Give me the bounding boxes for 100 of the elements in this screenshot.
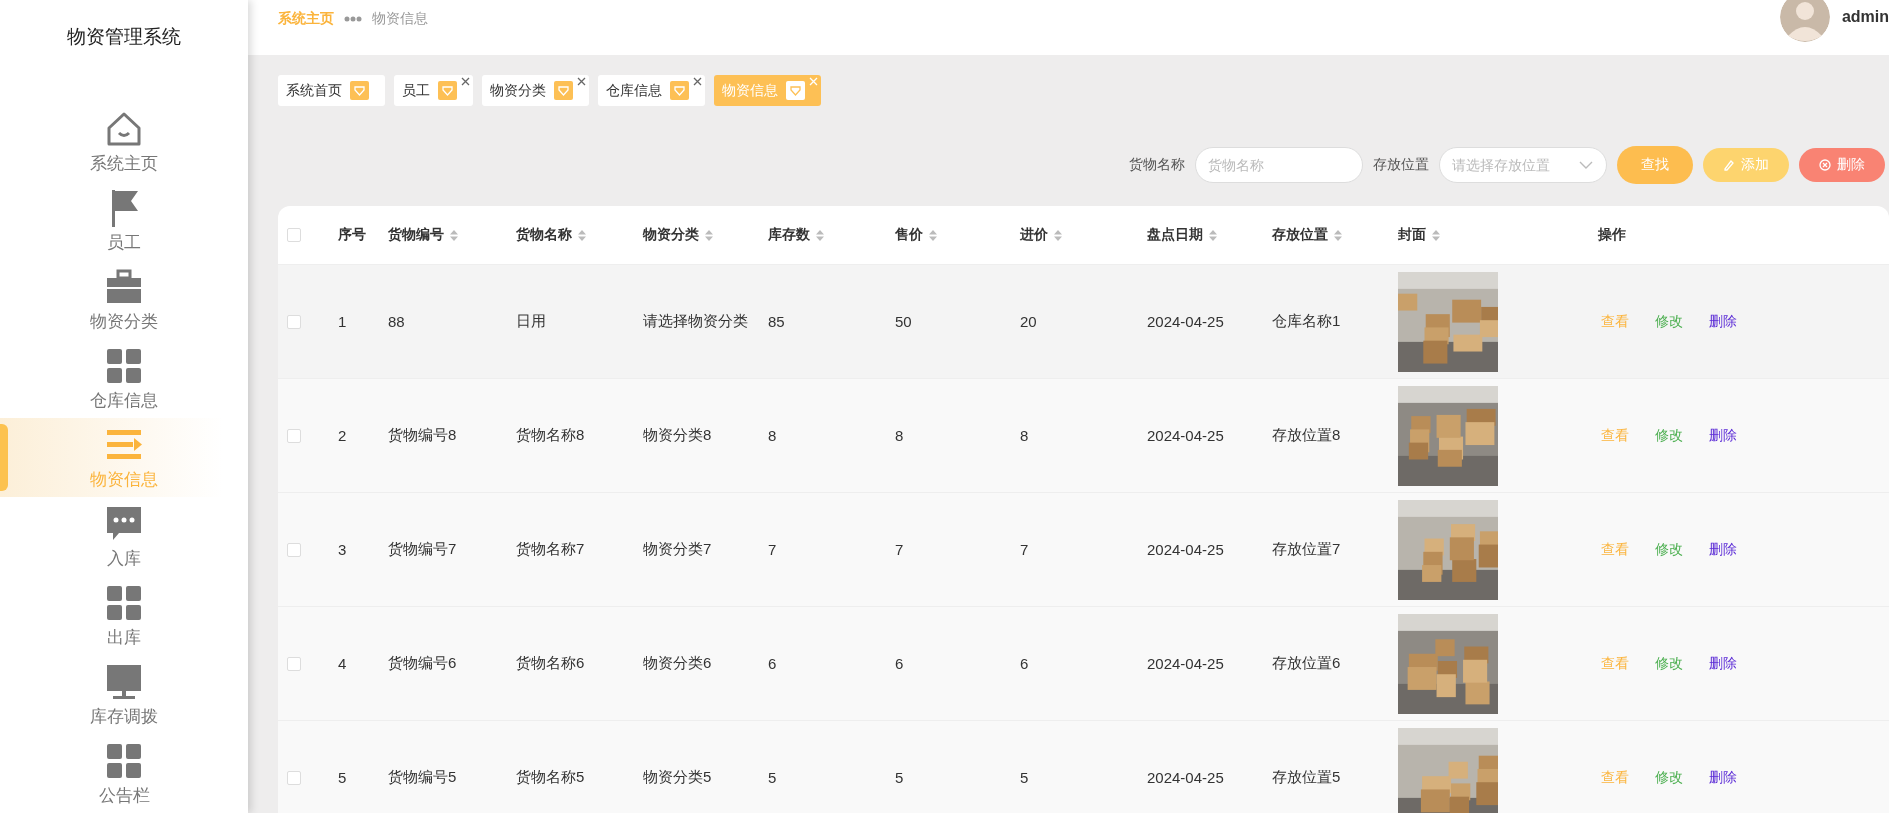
table-cell-text: 存放位置8 (1272, 426, 1342, 445)
column-header[interactable]: 物资分类 (643, 226, 713, 244)
table-cell-text: 货物名称8 (516, 426, 586, 445)
table-cell-text: 2 (338, 427, 348, 444)
table-cell-text: 5 (768, 769, 778, 786)
column-header[interactable]: 货物编号 (388, 226, 458, 244)
table-cell-text: 3 (338, 541, 348, 558)
tab[interactable]: 仓库信息 (598, 75, 705, 106)
field-label: 存放位置 (1373, 156, 1429, 174)
checkbox[interactable] (287, 770, 301, 785)
close-icon[interactable] (577, 77, 586, 86)
close-icon[interactable] (461, 77, 470, 86)
sort-icon[interactable] (578, 229, 586, 241)
table-cell-text: 货物编号8 (388, 426, 458, 445)
edit-link[interactable]: 修改 (1655, 768, 1683, 787)
sort-icon[interactable] (1334, 229, 1342, 241)
delete-link[interactable]: 删除 (1709, 540, 1737, 559)
column-header[interactable]: 库存数 (768, 226, 824, 244)
table-cell-text: 20 (1020, 313, 1038, 330)
tab[interactable]: 物资分类 (482, 75, 589, 106)
table-cell-text: 88 (388, 313, 406, 330)
sidebar-item[interactable]: 物资分类 (0, 260, 248, 339)
close-icon[interactable] (693, 77, 702, 86)
pencil-icon (1723, 159, 1735, 171)
column-header[interactable]: 存放位置 (1272, 226, 1342, 244)
user-name: admin (1841, 7, 1889, 26)
shield-icon (670, 81, 689, 100)
table-cell-text: 货物编号7 (388, 540, 458, 559)
checkbox[interactable] (287, 314, 301, 329)
table-cell-text: 货物编号6 (388, 654, 458, 673)
table-cell-text: 2024-04-25 (1147, 427, 1225, 444)
table-cell-text: 2024-04-25 (1147, 769, 1225, 786)
tab[interactable]: 员工 (394, 75, 473, 106)
table-cell-text: 5 (1020, 769, 1030, 786)
chevron-down-icon (1579, 161, 1593, 169)
table-cell-text: 货物名称5 (516, 768, 586, 787)
table-cell-text: 2024-04-25 (1147, 655, 1225, 672)
table-cell-text: 货物名称7 (516, 540, 586, 559)
column-header[interactable]: 进价 (1020, 226, 1062, 244)
shield-icon (554, 81, 573, 100)
sort-icon[interactable] (1432, 229, 1440, 241)
table-cell-text: 物资分类8 (643, 426, 713, 445)
table-cell-text: 5 (338, 769, 348, 786)
column-header: 序号 (338, 226, 367, 244)
app-title: 物资管理系统 (66, 25, 182, 49)
column-header: 操作 (1598, 226, 1627, 244)
ellipsis-icon (344, 15, 362, 22)
table-cell-text: 物资分类6 (643, 654, 713, 673)
table-cell-text: 存放位置6 (1272, 654, 1342, 673)
select-field[interactable]: 请选择存放位置 (1439, 147, 1607, 183)
delete-link[interactable]: 删除 (1709, 312, 1737, 331)
shield-icon (438, 81, 457, 100)
delete-link[interactable]: 删除 (1709, 768, 1737, 787)
sidebar-item[interactable]: 系统主页 (0, 102, 248, 181)
sidebar-item[interactable]: 库存调拨 (0, 655, 248, 734)
checkbox[interactable] (287, 656, 301, 671)
breadcrumb-link[interactable]: 物资信息 (372, 9, 428, 28)
table-cell-text: 6 (895, 655, 905, 672)
table-cell-text: 5 (895, 769, 905, 786)
table-cell-text: 物资分类5 (643, 768, 713, 787)
sort-icon[interactable] (450, 229, 458, 241)
table-cell-text: 4 (338, 655, 348, 672)
sidebar-item[interactable]: 仓库信息 (0, 339, 248, 418)
table-cell-text: 85 (768, 313, 786, 330)
sort-icon[interactable] (816, 229, 824, 241)
edit-link[interactable]: 修改 (1655, 654, 1683, 673)
delete-button[interactable]: 删除 (1799, 148, 1885, 182)
tab[interactable]: 系统首页 (278, 75, 385, 106)
sidebar-item[interactable]: 员工 (0, 181, 248, 260)
checkbox[interactable] (287, 428, 301, 443)
column-header[interactable]: 货物名称 (516, 226, 586, 244)
sort-icon[interactable] (1209, 229, 1217, 241)
checkbox[interactable] (287, 228, 301, 242)
checkbox[interactable] (287, 542, 301, 557)
table-cell-text: 1 (338, 313, 348, 330)
table-cell-text: 日用 (516, 312, 547, 331)
column-header[interactable]: 封面 (1398, 226, 1440, 244)
shield-icon (786, 81, 805, 100)
delete-link[interactable]: 删除 (1709, 654, 1737, 673)
table-cell-text: 2024-04-25 (1147, 313, 1225, 330)
sidebar-item[interactable]: 入库 (0, 497, 248, 576)
table-cell-text: 6 (768, 655, 778, 672)
column-header[interactable]: 售价 (895, 226, 937, 244)
sort-icon[interactable] (1054, 229, 1062, 241)
sort-icon[interactable] (705, 229, 713, 241)
active-indicator (0, 424, 8, 491)
column-header[interactable]: 盘点日期 (1147, 226, 1217, 244)
edit-link[interactable]: 修改 (1655, 426, 1683, 445)
input-field[interactable]: 货物名称 (1195, 147, 1363, 183)
table-cell-text: 7 (1020, 541, 1030, 558)
table-cell-text: 货物编号5 (388, 768, 458, 787)
delete-link[interactable]: 删除 (1709, 426, 1737, 445)
edit-link[interactable]: 修改 (1655, 312, 1683, 331)
table-cell-text: 物资分类7 (643, 540, 713, 559)
sort-icon[interactable] (929, 229, 937, 241)
edit-link[interactable]: 修改 (1655, 540, 1683, 559)
sidebar-item[interactable]: 公告栏 (0, 734, 248, 813)
avatar[interactable] (1779, 0, 1830, 42)
sidebar-item[interactable]: 出库 (0, 576, 248, 655)
shield-icon (350, 81, 369, 100)
